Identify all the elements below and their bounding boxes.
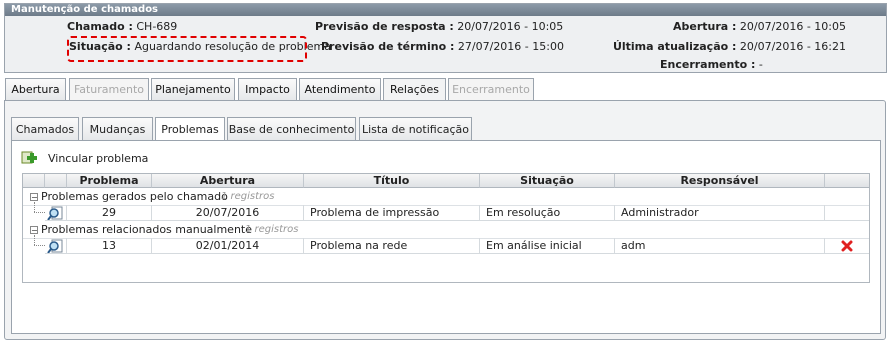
subtab-base-conhecimento[interactable]: Base de conhecimento (227, 117, 356, 140)
delete-cell[interactable] (825, 238, 869, 254)
icon-header-cell (45, 174, 67, 188)
tree-header-cell (23, 174, 45, 188)
collapse-icon[interactable]: − (30, 193, 38, 202)
cell-abertura: 20/07/2016 (152, 205, 304, 221)
tree-line (34, 212, 45, 213)
magnifier-document-icon[interactable] (47, 239, 65, 254)
add-link-icon (20, 150, 38, 166)
group-count: 1 registros (245, 224, 299, 235)
abertura-field: Abertura : 20/07/2016 - 10:05 (673, 20, 846, 33)
abertura-label: Abertura : (672, 20, 737, 33)
view-icon-cell[interactable] (45, 205, 67, 221)
column-header-abertura[interactable]: Abertura (152, 174, 304, 188)
encerramento-field: Encerramento : - (660, 58, 763, 71)
group-count: 1 registros (221, 191, 275, 202)
ultima-atualizacao-value: 20/07/2016 - 16:21 (739, 40, 846, 53)
column-header-titulo[interactable]: Título (304, 174, 480, 188)
subtab-mudancas[interactable]: Mudanças (82, 117, 153, 140)
tab-impacto[interactable]: Impacto (238, 78, 297, 100)
group-row-manuais: − Problemas relacionados manualmente 1 r… (23, 222, 869, 239)
subtab-lista-notificacao[interactable]: Lista de notificação (359, 117, 472, 140)
relacoes-tab-panel: Chamados Mudanças Problemas Base de conh… (4, 100, 886, 340)
chamado-value: CH-689 (136, 20, 178, 33)
subtab-problemas[interactable]: Problemas (155, 117, 225, 141)
chamado-label: Chamado : (67, 20, 133, 33)
cell-situacao: Em análise inicial (480, 238, 615, 254)
column-header-responsavel[interactable]: Responsável (615, 174, 825, 188)
column-header-situacao[interactable]: Situação (480, 174, 615, 188)
group-row-gerados: − Problemas gerados pelo chamado 1 regis… (23, 189, 869, 206)
group-label: Problemas relacionados manualmente (41, 223, 253, 236)
prev-termino-value: 27/07/2016 - 15:00 (457, 40, 564, 53)
prev-termino-label: Previsão de término : (321, 40, 455, 53)
subtab-chamados[interactable]: Chamados (11, 117, 79, 140)
tab-planejamento[interactable]: Planejamento (151, 78, 235, 100)
encerramento-label: Encerramento : (660, 58, 756, 71)
cell-responsavel: adm (615, 238, 825, 254)
cell-titulo: Problema na rede (304, 238, 480, 254)
cell-titulo: Problema de impressão (304, 205, 480, 221)
prev-resposta-field: Previsão de resposta : 20/07/2016 - 10:0… (315, 20, 563, 33)
action-header-cell (825, 174, 869, 188)
tree-line (34, 235, 35, 245)
column-header-problema[interactable]: Problema (67, 174, 152, 188)
delete-icon[interactable] (841, 240, 853, 252)
cell-responsavel: Administrador (615, 205, 825, 221)
chamado-field: Chamado : CH-689 (67, 20, 177, 33)
view-icon-cell[interactable] (45, 238, 67, 254)
tab-encerramento: Encerramento (448, 78, 534, 100)
ultima-atualizacao-label: Última atualização : (612, 40, 737, 53)
cell-problema: 13 (67, 238, 152, 254)
cell-problema: 29 (67, 205, 152, 221)
vincular-problema-button[interactable]: Vincular problema (20, 150, 148, 166)
problemas-grid: Problema Abertura Título Situação Respon… (22, 173, 870, 283)
tab-faturamento: Faturamento (69, 78, 149, 100)
tab-atendimento[interactable]: Atendimento (299, 78, 381, 100)
cell-situacao: Em resolução (480, 205, 615, 221)
panel-title: Manutenção de chamados (5, 4, 886, 16)
magnifier-document-icon[interactable] (47, 206, 65, 221)
encerramento-value: - (758, 58, 763, 71)
tree-line (34, 202, 35, 212)
tab-relacoes[interactable]: Relações (383, 78, 446, 102)
cell-action-empty (825, 205, 869, 221)
ticket-summary-panel: Manutenção de chamados Chamado : CH-689 … (4, 3, 887, 73)
abertura-value: 20/07/2016 - 10:05 (739, 20, 846, 33)
problemas-panel: Vincular problema Problema Abertura Títu… (11, 140, 881, 334)
collapse-icon[interactable]: − (30, 226, 38, 235)
prev-termino-field: Previsão de término : 27/07/2016 - 15:00 (321, 40, 564, 53)
tree-line (34, 245, 45, 246)
ultima-atualizacao-field: Última atualização : 20/07/2016 - 16:21 (613, 40, 846, 53)
prev-resposta-label: Previsão de resposta : (315, 20, 454, 33)
situacao-highlight-box (67, 36, 307, 62)
vincular-problema-label: Vincular problema (48, 151, 149, 165)
group-label: Problemas gerados pelo chamado (41, 190, 228, 203)
cell-abertura: 02/01/2014 (152, 238, 304, 254)
tab-abertura[interactable]: Abertura (5, 78, 66, 100)
prev-resposta-value: 20/07/2016 - 10:05 (457, 20, 564, 33)
